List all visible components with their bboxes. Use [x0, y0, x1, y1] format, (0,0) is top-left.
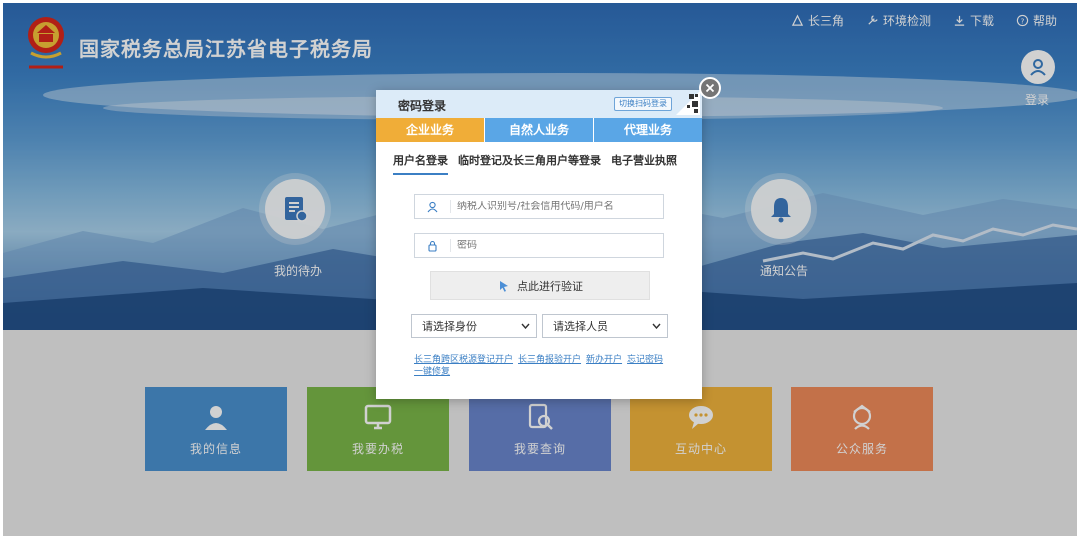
link-forgot-password[interactable]: 忘记密码 — [627, 355, 663, 365]
person-select-value: 请选择人员 — [553, 320, 608, 333]
qr-code-icon[interactable] — [676, 91, 700, 115]
close-icon — [705, 83, 715, 93]
tab-username-login[interactable]: 用户名登录 — [393, 152, 448, 175]
link-inspection-account[interactable]: 长三角报验开户 — [518, 355, 581, 365]
business-tabs: 企业业务 自然人业务 代理业务 — [376, 118, 702, 142]
helper-links: 长三角跨区税源登记开户 长三角报验开户 新办开户 忘记密码一键修复 — [414, 354, 674, 378]
identity-select-value: 请选择身份 — [422, 320, 477, 333]
tab-e-business-license[interactable]: 电子营业执照 — [611, 152, 677, 175]
modal-header: 密码登录 切换扫码登录 — [376, 90, 702, 118]
password-field[interactable] — [414, 233, 664, 258]
login-method-tabs: 用户名登录 临时登记及长三角用户等登录 电子营业执照 — [376, 142, 702, 175]
tab-temp-registration-login[interactable]: 临时登记及长三角用户等登录 — [458, 152, 601, 175]
identity-select[interactable]: 请选择身份 — [411, 314, 537, 338]
cursor-click-icon — [500, 280, 508, 292]
modal-close-button[interactable] — [699, 77, 721, 99]
verify-button[interactable]: 点此进行验证 — [430, 271, 650, 300]
link-cross-region-registration[interactable]: 长三角跨区税源登记开户 — [414, 355, 513, 365]
user-icon — [427, 201, 438, 212]
chevron-down-icon — [652, 323, 661, 329]
login-modal: 密码登录 切换扫码登录 企业业务 自然人业务 代理业务 用户名登录 临时登记及长… — [376, 90, 702, 399]
username-input[interactable] — [451, 201, 656, 212]
chevron-down-icon — [521, 323, 530, 329]
username-field[interactable] — [414, 194, 664, 219]
tab-agent[interactable]: 代理业务 — [593, 118, 702, 142]
person-select[interactable]: 请选择人员 — [542, 314, 668, 338]
page: 国家税务总局江苏省电子税务局 长三角 环境检测 下载 ? 帮助 登录 我的待办 … — [3, 3, 1077, 536]
verify-button-label: 点此进行验证 — [517, 279, 583, 293]
password-input[interactable] — [451, 240, 656, 251]
lock-icon — [428, 240, 437, 252]
tab-enterprise[interactable]: 企业业务 — [376, 118, 484, 142]
switch-qr-login-button[interactable]: 切换扫码登录 — [614, 97, 672, 111]
link-one-click-repair[interactable]: 一键修复 — [414, 367, 450, 377]
tab-individual[interactable]: 自然人业务 — [484, 118, 593, 142]
modal-title: 密码登录 — [398, 99, 447, 113]
link-new-account[interactable]: 新办开户 — [586, 355, 622, 365]
